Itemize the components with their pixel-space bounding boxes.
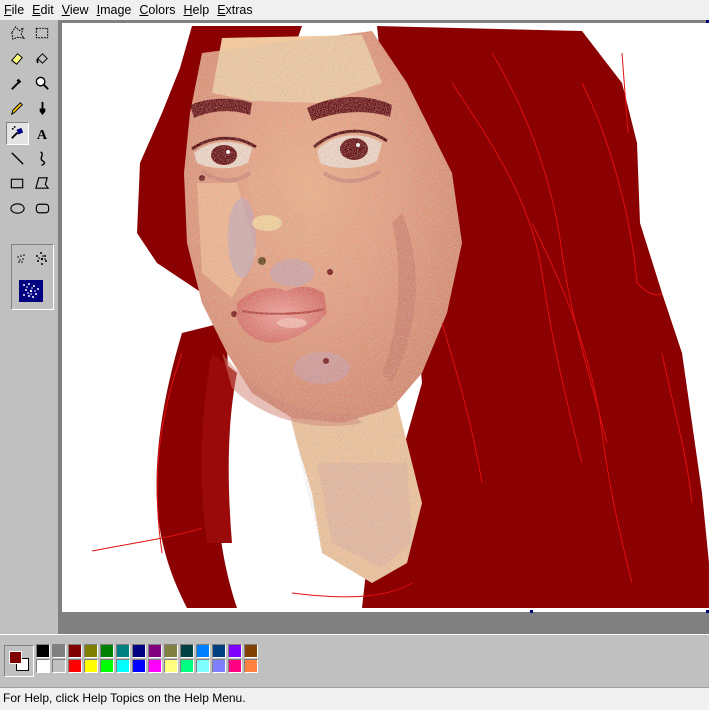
airbrush-small-option[interactable] [15, 252, 29, 269]
magnifier-tool-button[interactable] [31, 72, 54, 95]
pencil-icon [11, 102, 23, 116]
curve-tool-button[interactable] [31, 147, 54, 170]
palette-swatch[interactable] [116, 659, 130, 673]
foreground-color[interactable] [9, 651, 22, 664]
ellipse-icon [10, 203, 25, 214]
drawing-canvas[interactable] [62, 23, 709, 612]
palette-swatch[interactable] [180, 659, 194, 673]
canvas-area[interactable] [58, 20, 709, 634]
palette-swatch[interactable] [68, 659, 82, 673]
rectangle-tool-button[interactable] [6, 172, 29, 195]
airbrush-large-option[interactable] [19, 280, 43, 305]
palette-swatch[interactable] [164, 659, 178, 673]
text-tool-icon: A [37, 127, 48, 142]
polygon-tool-button[interactable] [31, 172, 54, 195]
palette-swatch[interactable] [132, 644, 146, 658]
menu-view[interactable]: View [58, 1, 93, 19]
text-tool-tool-button[interactable]: A [31, 122, 54, 145]
palette-swatch[interactable] [36, 644, 50, 658]
status-text: For Help, click Help Topics on the Help … [3, 691, 246, 705]
palette-swatch[interactable] [84, 644, 98, 658]
eraser-tool-button[interactable] [6, 47, 29, 70]
menu-colors[interactable]: Colors [135, 1, 179, 19]
palette-swatch[interactable] [84, 659, 98, 673]
airbrush-tool-button[interactable] [6, 122, 29, 145]
airbrush-size-options [11, 244, 54, 310]
palette-swatch[interactable] [164, 644, 178, 658]
menu-edit[interactable]: Edit [28, 1, 58, 19]
brush-tool-button[interactable] [31, 97, 54, 120]
polygon-icon [35, 177, 50, 189]
eraser-icon [11, 53, 23, 65]
free-form-select-tool-button[interactable] [6, 22, 29, 45]
palette-swatch[interactable] [148, 644, 162, 658]
svg-text:A: A [37, 127, 48, 142]
palette-swatch[interactable] [212, 659, 226, 673]
palette-swatch[interactable] [52, 659, 66, 673]
brush-icon [39, 101, 46, 116]
pencil-tool-button[interactable] [6, 97, 29, 120]
palette-swatch[interactable] [100, 644, 114, 658]
status-bar: For Help, click Help Topics on the Help … [0, 687, 709, 710]
fill-bucket-tool-button[interactable] [31, 47, 54, 70]
palette-swatch[interactable] [244, 659, 258, 673]
palette-swatch[interactable] [132, 659, 146, 673]
fill-bucket-icon [36, 53, 48, 64]
magnifier-icon [35, 76, 49, 90]
resize-handle-bottom-middle[interactable] [530, 610, 533, 613]
palette-swatch[interactable] [228, 644, 242, 658]
line-icon [11, 152, 24, 165]
free-form-select-icon [11, 26, 26, 40]
menu-extras[interactable]: Extras [213, 1, 256, 19]
menu-help[interactable]: Help [179, 1, 213, 19]
rectangle-select-tool-button[interactable] [31, 22, 54, 45]
rounded-rectangle-icon [35, 203, 50, 214]
palette-swatch[interactable] [228, 659, 242, 673]
color-picker-tool-button[interactable] [6, 72, 29, 95]
palette-swatch[interactable] [196, 659, 210, 673]
tool-box: A [0, 20, 58, 634]
color-picker-icon [11, 78, 22, 90]
ellipse-tool-button[interactable] [6, 197, 29, 220]
palette-swatch[interactable] [244, 644, 258, 658]
palette-swatch[interactable] [116, 644, 130, 658]
palette-swatch[interactable] [52, 644, 66, 658]
portrait-painting [91, 26, 709, 608]
current-colors[interactable] [4, 645, 34, 677]
menu-bar: File Edit View Image Colors Help Extras [0, 0, 709, 20]
palette-swatch[interactable] [148, 659, 162, 673]
palette-swatch[interactable] [68, 644, 82, 658]
color-box [0, 634, 709, 687]
airbrush-medium-option[interactable] [33, 250, 51, 271]
menu-file[interactable]: File [0, 1, 28, 19]
palette-swatch[interactable] [212, 644, 226, 658]
palette-swatch[interactable] [100, 659, 114, 673]
line-tool-button[interactable] [6, 147, 29, 170]
palette-swatch[interactable] [180, 644, 194, 658]
rectangle-icon [10, 178, 24, 189]
airbrush-icon [11, 125, 24, 139]
palette-swatch[interactable] [196, 644, 210, 658]
rounded-rectangle-tool-button[interactable] [31, 197, 54, 220]
palette-swatch[interactable] [36, 659, 50, 673]
rectangle-select-icon [35, 27, 49, 39]
menu-image[interactable]: Image [93, 1, 136, 19]
curve-icon [40, 151, 46, 166]
